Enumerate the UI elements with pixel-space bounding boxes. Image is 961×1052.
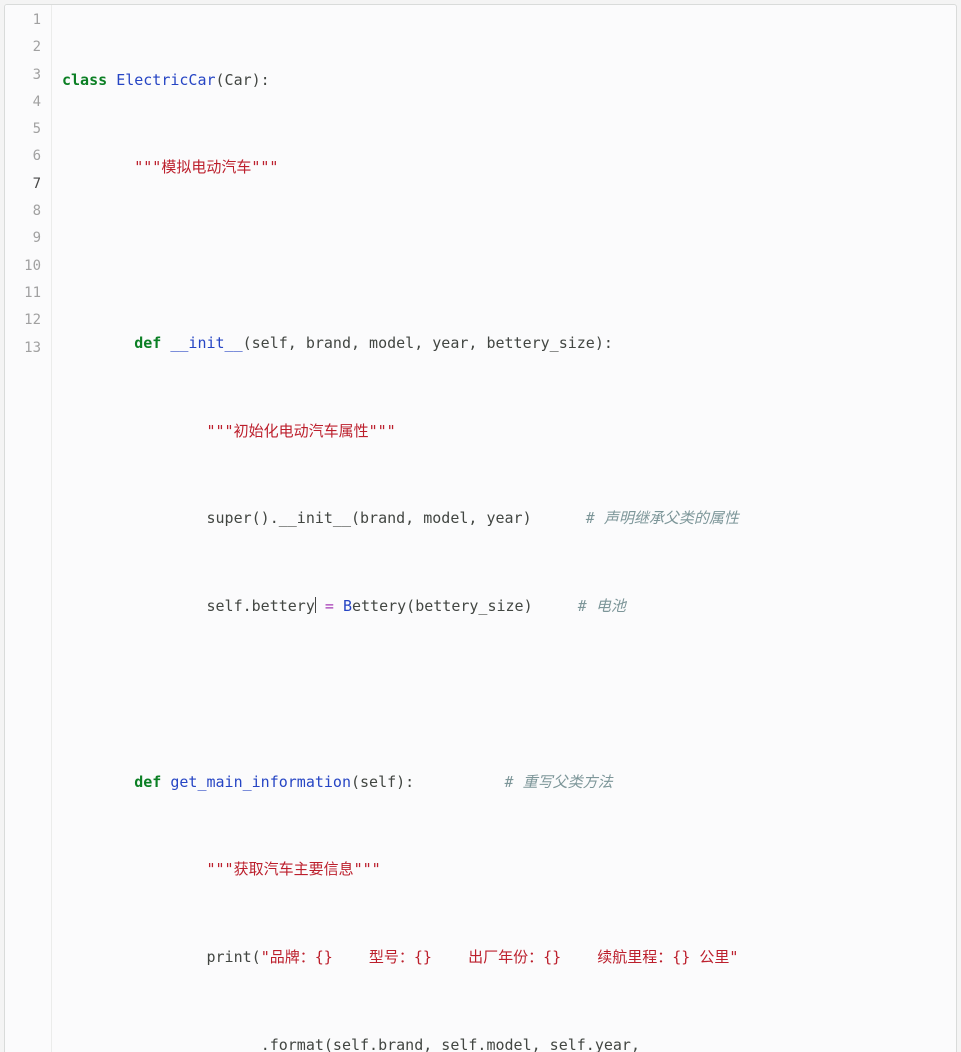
ln: 3 bbox=[5, 62, 41, 89]
code-line-cursor: self.bettery = Bettery(bettery_size) # 电… bbox=[62, 592, 946, 621]
ln: 6 bbox=[5, 143, 41, 170]
ln-current: 7 bbox=[5, 171, 41, 198]
code-line: .format(self.brand, self.model, self.yea… bbox=[62, 1031, 946, 1052]
code-area-1[interactable]: class ElectricCar(Car): """模拟电动汽车""" def… bbox=[52, 5, 956, 1052]
ln: 11 bbox=[5, 280, 41, 307]
code-line: """模拟电动汽车""" bbox=[62, 153, 946, 182]
code-line: def get_main_information(self): # 重写父类方法 bbox=[62, 768, 946, 797]
code-line: """初始化电动汽车属性""" bbox=[62, 417, 946, 446]
ln: 2 bbox=[5, 34, 41, 61]
ln: 1 bbox=[5, 7, 41, 34]
gutter-1: 1 2 3 4 5 6 7 8 9 10 11 12 13 bbox=[5, 5, 52, 1052]
code-line: super().__init__(brand, model, year) # 声… bbox=[62, 504, 946, 533]
code-pane-1: 1 2 3 4 5 6 7 8 9 10 11 12 13 class Elec… bbox=[4, 4, 957, 1052]
code-line: class ElectricCar(Car): bbox=[62, 66, 946, 95]
ln: 9 bbox=[5, 225, 41, 252]
ln: 4 bbox=[5, 89, 41, 116]
ln: 10 bbox=[5, 253, 41, 280]
code-line bbox=[62, 241, 946, 270]
code-line: def __init__(self, brand, model, year, b… bbox=[62, 329, 946, 358]
ln: 12 bbox=[5, 307, 41, 334]
ln: 5 bbox=[5, 116, 41, 143]
ln: 8 bbox=[5, 198, 41, 225]
code-line: """获取汽车主要信息""" bbox=[62, 855, 946, 884]
ln: 13 bbox=[5, 335, 41, 362]
code-line: print("品牌：{} 型号：{} 出厂年份：{} 续航里程：{} 公里" bbox=[62, 943, 946, 972]
code-line bbox=[62, 680, 946, 709]
